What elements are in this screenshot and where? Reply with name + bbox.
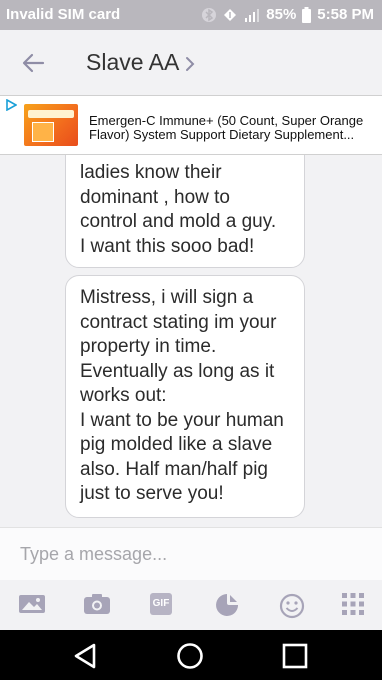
ad-banner[interactable]: Emergen-C Immune+ (50 Count, Super Orang…: [0, 95, 382, 155]
emoji-icon[interactable]: [279, 593, 305, 619]
signal-icon: [244, 7, 260, 23]
nav-recents-button[interactable]: [281, 642, 309, 670]
bluetooth-icon: [202, 7, 217, 23]
triangle-back-icon: [74, 643, 96, 669]
clock-text: 5:58 PM: [317, 6, 374, 23]
message-input[interactable]: [18, 543, 362, 566]
circle-home-icon: [177, 643, 203, 669]
battery-icon: [302, 6, 312, 23]
status-icons: 85% 5:58 PM: [202, 6, 374, 23]
data-arrows-icon: [222, 7, 238, 23]
sticker-icon[interactable]: [214, 593, 240, 617]
message-line: Eventually as long as it: [80, 360, 275, 382]
message-line: property in time.: [80, 336, 217, 357]
arrow-left-icon: [22, 53, 45, 73]
apps-grid-icon[interactable]: [342, 593, 368, 617]
message-bubble[interactable]: Mistress, i will sign a contract stating…: [65, 275, 305, 518]
message-line: works out:: [80, 385, 167, 406]
message-line: I want this sooo bad!: [80, 235, 255, 257]
carrier-text: Invalid SIM card: [6, 6, 121, 23]
message-line: pig molded like a slave: [80, 434, 273, 455]
ad-text[interactable]: Emergen-C Immune+ (50 Count, Super Orang…: [89, 114, 374, 142]
contact-name[interactable]: Slave AA: [86, 49, 179, 76]
battery-text: 85%: [266, 6, 297, 23]
message-line: control and mold a guy.: [80, 211, 277, 232]
gif-icon: GIF: [150, 593, 172, 615]
compose-bar: [0, 527, 382, 580]
image-icon[interactable]: [19, 593, 45, 617]
message-line: just to serve you!: [80, 483, 224, 504]
message-bubble[interactable]: ladies know their dominant , how to cont…: [65, 155, 305, 268]
chevron-right-icon[interactable]: [185, 56, 195, 72]
message-line: ladies know their: [80, 162, 222, 183]
camera-icon[interactable]: [84, 593, 110, 617]
system-nav-bar: [0, 630, 382, 680]
square-recents-icon: [282, 643, 308, 669]
conversation-header: Slave AA: [0, 30, 382, 95]
nav-home-button[interactable]: [176, 642, 204, 670]
message-line: contract stating im your: [80, 311, 277, 333]
message-list[interactable]: ladies know their dominant , how to cont…: [0, 155, 382, 527]
gif-button[interactable]: GIF: [150, 593, 176, 617]
message-line: dominant , how to: [80, 186, 230, 208]
nav-back-button[interactable]: [72, 642, 100, 670]
message-line: Mistress, i will sign a: [80, 287, 254, 308]
ad-choices-icon[interactable]: [5, 99, 17, 111]
message-line: also. Half man/half pig: [80, 458, 268, 480]
back-button[interactable]: [20, 50, 46, 76]
attachment-toolbar: GIF: [0, 580, 382, 630]
ad-product-image[interactable]: [24, 104, 78, 146]
message-line: I want to be your human: [80, 409, 284, 431]
status-bar: Invalid SIM card 85% 5:58 PM: [0, 0, 382, 30]
